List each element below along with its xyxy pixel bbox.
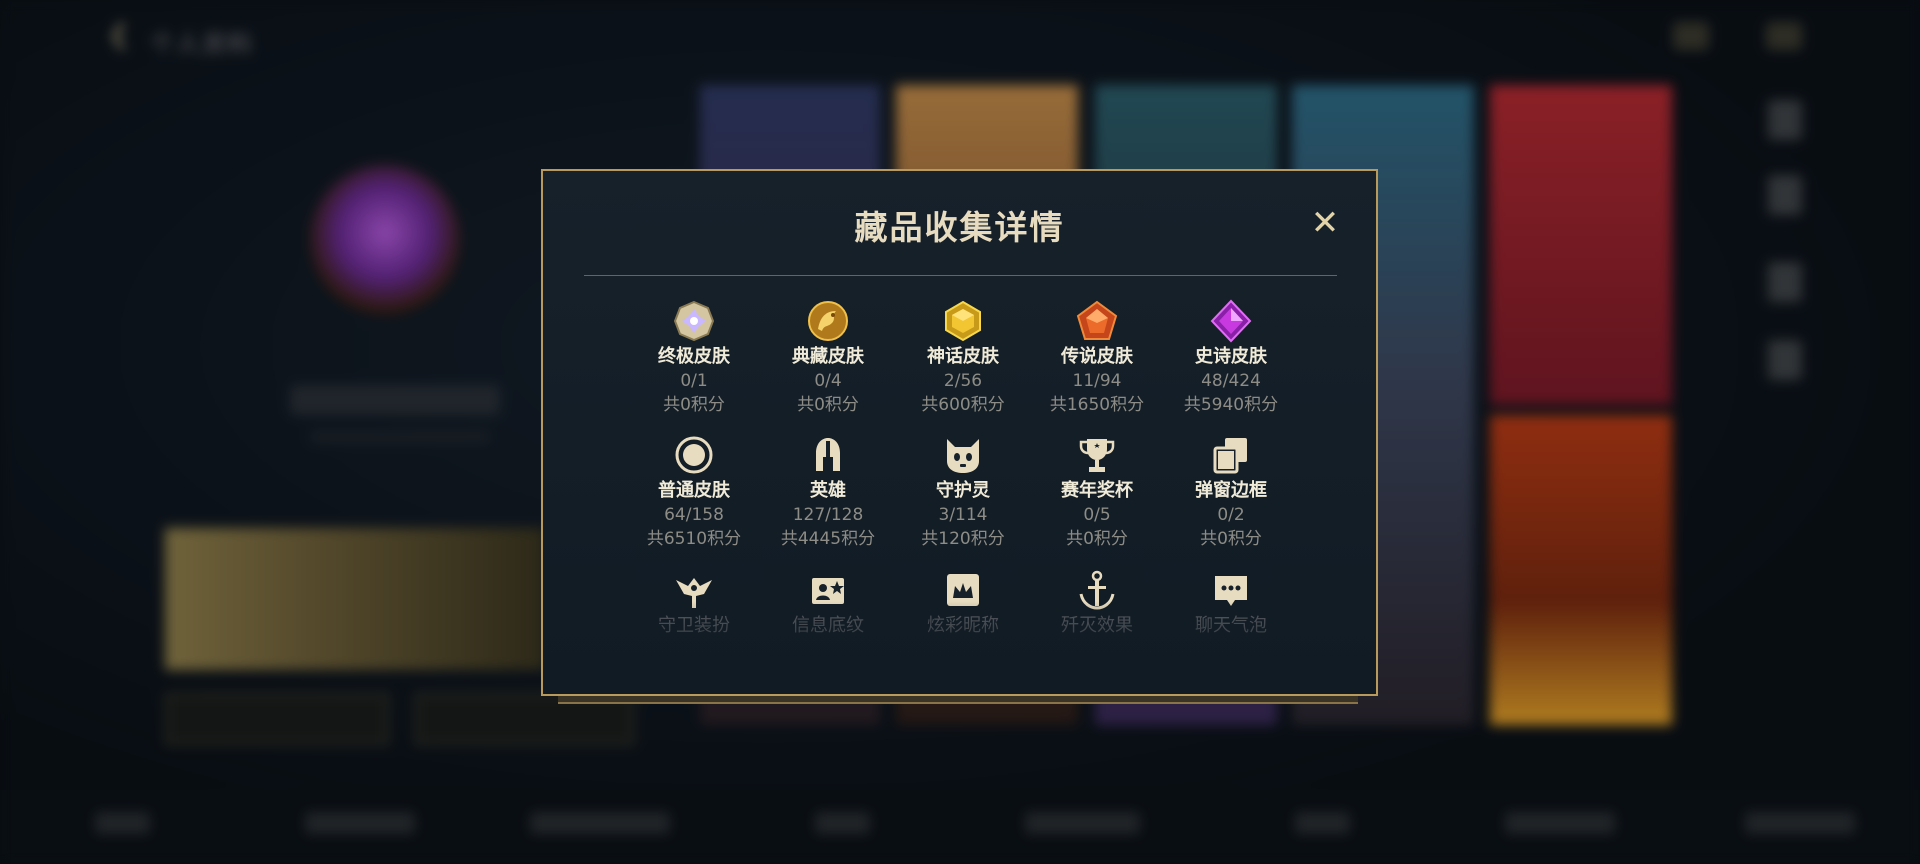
item-label: 守护灵 [936,480,990,501]
item-label: 信息底纹 [792,615,864,636]
item-label: 传说皮肤 [1061,346,1133,367]
item-points: 共6510积分 [646,529,742,549]
item-points: 共4445积分 [780,529,876,549]
item-label: 弹窗边框 [1195,480,1267,501]
collection-item-season-trophy[interactable]: 赛年奖杯 0/5 共0积分 [1027,433,1167,551]
item-count: 0/5 [1083,505,1111,525]
item-label: 普通皮肤 [658,480,730,501]
item-count: 0/1 [680,371,708,391]
item-points: 共1650积分 [1049,395,1145,415]
collection-item-mythic-skin[interactable]: 神话皮肤 2/56 共600积分 [893,299,1033,417]
prestige-skin-icon [806,299,850,343]
item-points: 共0积分 [797,395,859,415]
item-label: 聊天气泡 [1195,615,1267,636]
legendary-skin-icon [1075,299,1119,343]
close-icon[interactable]: ✕ [1305,203,1345,243]
item-count: 3/114 [938,505,988,525]
collection-item-ward-skin[interactable]: 守卫装扮 [624,568,764,638]
collection-item-elimination-effect[interactable]: 歼灭效果 [1027,568,1167,638]
item-label: 英雄 [810,480,846,501]
item-label: 典藏皮肤 [792,346,864,367]
collection-item-champion[interactable]: 英雄 127/128 共4445积分 [758,433,898,551]
chat-bubble-icon [1209,568,1253,612]
item-count: 11/94 [1072,371,1122,391]
colorful-nickname-icon [941,568,985,612]
collection-item-profile-banner[interactable]: 信息底纹 [758,568,898,638]
item-label: 神话皮肤 [927,346,999,367]
item-label: 赛年奖杯 [1061,480,1133,501]
item-points: 共120积分 [921,529,1005,549]
common-skin-icon [672,433,716,477]
item-label: 史诗皮肤 [1195,346,1267,367]
collection-item-guardian-spirit[interactable]: 守护灵 3/114 共120积分 [893,433,1033,551]
item-label: 守卫装扮 [658,615,730,636]
epic-skin-icon [1209,299,1253,343]
collection-item-common-skin[interactable]: 普通皮肤 64/158 共6510积分 [624,433,764,551]
collection-detail-dialog: 藏品收集详情 ✕ 终极皮肤 0/1 共0积分 典藏皮肤 0/4 共0积分 神话皮… [541,169,1378,696]
elimination-effect-icon [1075,568,1119,612]
item-count: 48/424 [1201,371,1261,391]
collection-item-legendary-skin[interactable]: 传说皮肤 11/94 共1650积分 [1027,299,1167,417]
mythic-skin-icon [941,299,985,343]
collection-item-prestige-skin[interactable]: 典藏皮肤 0/4 共0积分 [758,299,898,417]
dialog-title: 藏品收集详情 [854,208,1065,247]
champion-helmet-icon [806,433,850,477]
item-label: 炫彩昵称 [927,615,999,636]
collection-item-epic-skin[interactable]: 史诗皮肤 48/424 共5940积分 [1161,299,1301,417]
item-count: 127/128 [792,505,864,525]
item-points: 共0积分 [1066,529,1128,549]
item-label: 终极皮肤 [658,346,730,367]
popup-frame-icon [1209,433,1253,477]
collection-item-colorful-nickname[interactable]: 炫彩昵称 [893,568,1033,638]
dialog-bottom-edge [558,696,1358,704]
item-count: 0/4 [814,371,842,391]
item-count: 0/2 [1217,505,1245,525]
ultimate-skin-icon [672,299,716,343]
item-count: 2/56 [943,371,983,391]
guardian-spirit-icon [941,433,985,477]
profile-banner-icon [806,568,850,612]
item-points: 共0积分 [1200,529,1262,549]
season-trophy-icon [1075,433,1119,477]
item-label: 歼灭效果 [1061,615,1133,636]
item-count: 64/158 [664,505,724,525]
item-points: 共5940积分 [1183,395,1279,415]
item-points: 共600积分 [921,395,1005,415]
title-divider [584,275,1337,276]
item-points: 共0积分 [663,395,725,415]
ward-skin-icon [672,568,716,612]
collection-item-ultimate-skin[interactable]: 终极皮肤 0/1 共0积分 [624,299,764,417]
collection-item-chat-bubble[interactable]: 聊天气泡 [1161,568,1301,638]
collection-item-popup-frame[interactable]: 弹窗边框 0/2 共0积分 [1161,433,1301,551]
